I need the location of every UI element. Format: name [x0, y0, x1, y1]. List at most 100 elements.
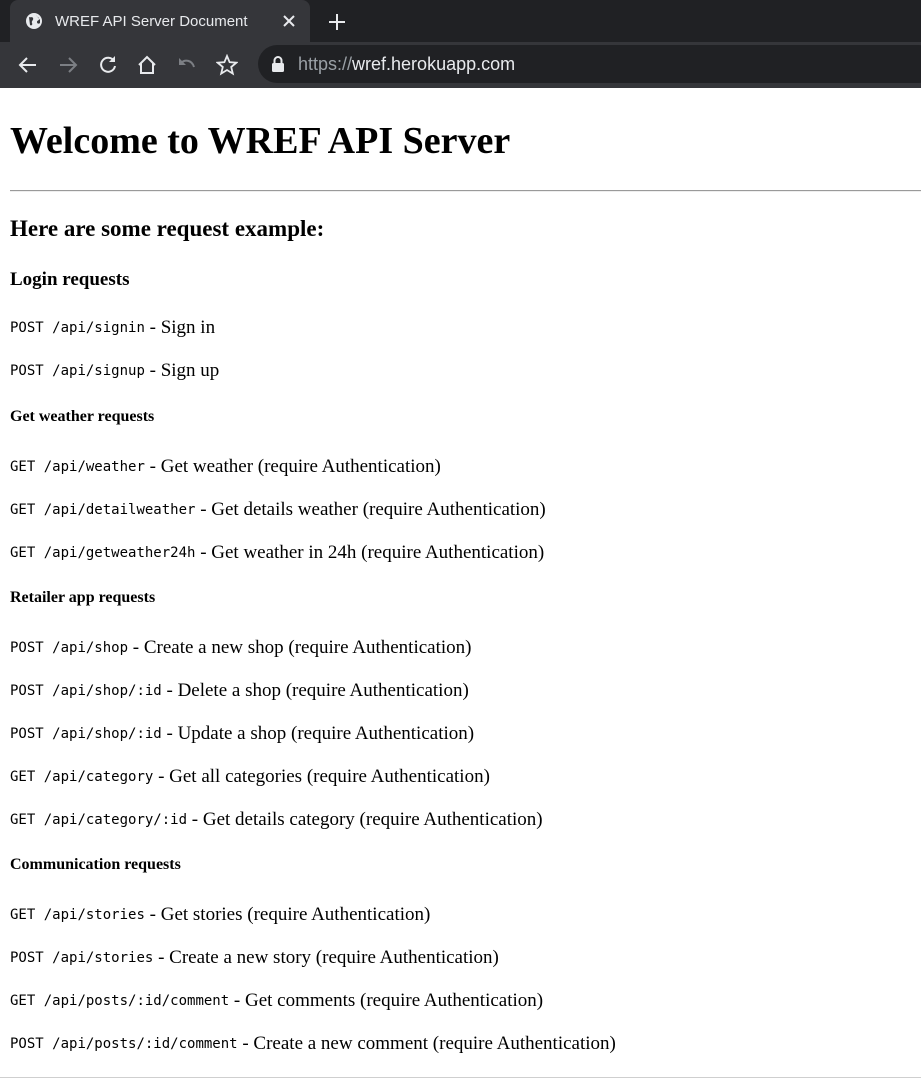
request-path: /api/posts/:id/comment	[52, 1035, 238, 1052]
request-method: GET	[10, 768, 36, 785]
separator: -	[144, 316, 161, 338]
forward-arrow-icon[interactable]	[56, 53, 80, 77]
request-desc: Get all categories (require Authenticati…	[169, 765, 490, 787]
request-desc: Update a shop (require Authentication)	[177, 722, 475, 744]
plus-icon[interactable]	[326, 11, 348, 33]
request-path: /api/stories	[43, 906, 145, 923]
request-method: POST	[10, 319, 44, 336]
url-host: wref.herokuapp.com	[352, 53, 516, 74]
request-method: GET	[10, 544, 36, 561]
browser-tab[interactable]: WREF API Server Document	[10, 0, 310, 42]
page-title: Welcome to WREF API Server	[10, 120, 511, 162]
viewport-bottom-border	[0, 1077, 921, 1078]
request-desc: Sign up	[160, 359, 220, 381]
url-scheme: https://	[298, 53, 353, 74]
request-method: POST	[10, 725, 44, 742]
request-path: /api/category/:id	[43, 811, 188, 828]
request-method: GET	[10, 811, 36, 828]
request-item: POST /api/posts/:id/comment - Create a n…	[10, 1022, 911, 1065]
separator: -	[153, 946, 170, 968]
request-item: GET /api/category - Get all categories (…	[10, 755, 911, 798]
lock-icon[interactable]	[270, 56, 286, 72]
section-communication: Communication requests GET /api/stories …	[10, 855, 911, 1065]
request-method: POST	[10, 682, 44, 699]
request-method: POST	[10, 362, 44, 379]
request-method: POST	[10, 949, 44, 966]
separator: -	[195, 498, 212, 520]
request-item: POST /api/shop/:id - Update a shop (requ…	[10, 712, 911, 755]
page-content: Welcome to WREF API Server Here are some…	[0, 119, 921, 1065]
request-path: /api/signin	[52, 319, 145, 336]
request-path: /api/signup	[52, 362, 145, 379]
section-weather: Get weather requests GET /api/weather - …	[10, 407, 911, 574]
separator: -	[144, 455, 161, 477]
request-item: POST /api/stories - Create a new story (…	[10, 936, 911, 979]
separator: -	[128, 636, 144, 658]
request-path: /api/detailweather	[43, 501, 196, 518]
request-desc: Create a new shop (require Authenticatio…	[143, 636, 472, 658]
separator: -	[237, 1032, 254, 1054]
request-desc: Get weather in 24h (require Authenticati…	[211, 541, 545, 563]
back-arrow-icon[interactable]	[16, 53, 40, 77]
request-item: POST /api/shop - Create a new shop (requ…	[10, 626, 911, 669]
section-heading: Login requests	[10, 269, 130, 290]
browser-chrome: WREF API Server Document https://wref.he…	[0, 0, 921, 88]
request-path: /api/weather	[43, 458, 145, 475]
home-icon[interactable]	[135, 53, 159, 77]
section-heading: Retailer app requests	[10, 589, 156, 606]
address-bar[interactable]: https://wref.herokuapp.com	[258, 45, 921, 83]
request-desc: Get stories (require Authentication)	[160, 903, 431, 925]
request-desc: Delete a shop (require Authentication)	[177, 679, 469, 701]
separator: -	[161, 722, 178, 744]
reload-icon[interactable]	[96, 53, 120, 77]
request-path: /api/shop/:id	[52, 682, 162, 699]
request-desc: Sign in	[160, 316, 216, 338]
request-item: GET /api/weather - Get weather (require …	[10, 445, 911, 488]
page-subtitle: Here are some request example:	[10, 216, 325, 241]
request-path: /api/shop/:id	[52, 725, 162, 742]
separator: -	[187, 808, 203, 830]
globe-icon	[25, 12, 43, 30]
request-desc: Create a new comment (require Authentica…	[253, 1032, 616, 1054]
request-path: /api/getweather24h	[43, 544, 196, 561]
request-desc: Get weather (require Authentication)	[160, 455, 441, 477]
star-icon[interactable]	[215, 53, 239, 77]
divider	[10, 190, 921, 192]
request-method: POST	[10, 639, 44, 656]
separator: -	[153, 765, 170, 787]
separator: -	[229, 989, 245, 1011]
section-heading: Communication requests	[10, 856, 181, 873]
request-method: GET	[10, 501, 36, 518]
request-desc: Get comments (require Authentication)	[245, 989, 544, 1011]
request-path: /api/posts/:id/comment	[43, 992, 230, 1009]
request-desc: Get details weather (require Authenticat…	[211, 498, 546, 520]
section-retailer: Retailer app requests POST /api/shop - C…	[10, 588, 911, 841]
separator: -	[144, 359, 161, 381]
tab-strip: WREF API Server Document	[0, 0, 921, 42]
tab-title: WREF API Server Document	[55, 12, 248, 30]
undo-icon[interactable]	[175, 53, 199, 77]
request-item: GET /api/stories - Get stories (require …	[10, 893, 911, 936]
section-login: Login requests POST /api/signin - Sign i…	[10, 268, 911, 392]
separator: -	[161, 679, 178, 701]
request-desc: Get details category (require Authentica…	[202, 808, 543, 830]
request-item: POST /api/shop/:id - Delete a shop (requ…	[10, 669, 911, 712]
close-icon[interactable]	[280, 12, 298, 30]
separator: -	[195, 541, 212, 563]
request-item: GET /api/detailweather - Get details wea…	[10, 488, 911, 531]
request-item: GET /api/getweather24h - Get weather in …	[10, 531, 911, 574]
request-item: POST /api/signin - Sign in	[10, 306, 911, 349]
request-path: /api/shop	[52, 639, 129, 656]
request-method: GET	[10, 906, 36, 923]
request-method: GET	[10, 458, 36, 475]
request-item: POST /api/signup - Sign up	[10, 349, 911, 392]
request-method: POST	[10, 1035, 44, 1052]
request-method: GET	[10, 992, 36, 1009]
section-heading: Get weather requests	[10, 408, 155, 425]
browser-toolbar: https://wref.herokuapp.com	[0, 42, 921, 88]
request-path: /api/category	[43, 768, 154, 785]
request-item: GET /api/category/:id - Get details cate…	[10, 798, 911, 841]
request-desc: Create a new story (require Authenticati…	[169, 946, 499, 968]
url-text[interactable]: https://wref.herokuapp.com	[298, 54, 515, 75]
separator: -	[144, 903, 161, 925]
